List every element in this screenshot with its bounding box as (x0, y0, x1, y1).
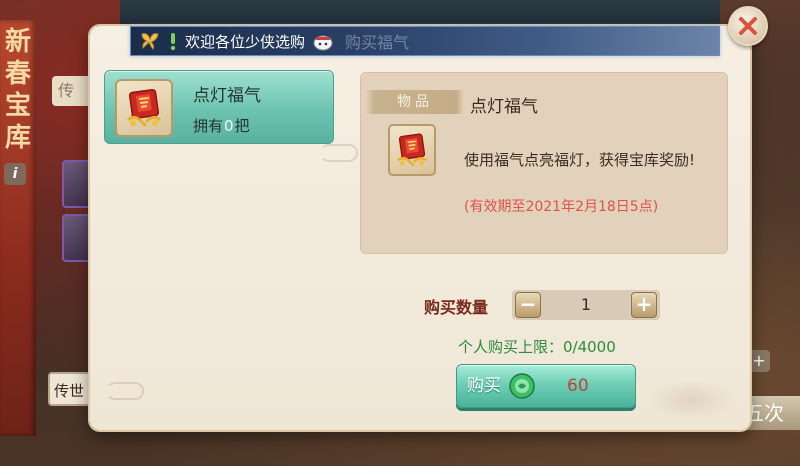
item-description: 使用福气点亮福灯，获得宝库奖励! (464, 151, 696, 169)
item-type-tag: 物品 (366, 90, 464, 114)
marquee-ghost-text: 购买福气 (345, 33, 410, 52)
red-lantern-book-icon (397, 133, 427, 167)
item-owned: 拥有0把 (193, 115, 250, 136)
item-name: 点灯福气 (193, 86, 261, 106)
purchase-limit: 个人购买上限：0/4000 (458, 338, 616, 356)
cloud-decoration (106, 382, 144, 400)
buy-button[interactable]: 购买 60 (456, 364, 636, 408)
quantity-stepper: − 1 + (512, 290, 660, 320)
close-button[interactable] (728, 6, 768, 46)
item-validity: (有效期至2021年2月18日5点) (464, 199, 659, 215)
quantity-minus-button[interactable]: − (515, 292, 541, 318)
list-item-diandeng-fuqi[interactable]: 点灯福气 拥有0把 (104, 70, 334, 144)
top-deco-bar (120, 0, 720, 26)
bg-left-tab[interactable]: 传 (52, 76, 92, 106)
buy-label: 购买 (467, 376, 501, 396)
close-icon (739, 17, 757, 35)
owned-count: 0 (224, 117, 234, 135)
bg-left-button[interactable]: 传世 (48, 372, 92, 406)
red-lantern-book-icon (127, 88, 161, 127)
announcement-marquee: 欢迎各位少侠选购 购买福气 (130, 26, 720, 56)
quantity-input[interactable]: 1 (542, 290, 630, 320)
bg-plus-icon[interactable]: + (748, 350, 770, 372)
item-detail-panel: 物品 点灯福气 使用福气点亮福灯，获得宝库奖励! (有效期至2021年2月18日… (360, 72, 728, 254)
buy-price: 60 (567, 376, 589, 396)
marquee-text: 欢迎各位少侠选购 (185, 32, 306, 51)
info-icon[interactable]: i (4, 163, 26, 185)
owned-suffix: 把 (234, 117, 250, 135)
detail-icon-frame (388, 124, 436, 176)
owned-prefix: 拥有 (193, 117, 224, 135)
detail-item-name: 点灯福气 (470, 97, 538, 117)
quantity-label: 购买数量 (424, 298, 489, 317)
cloud-decoration (320, 144, 358, 162)
item-icon-frame (115, 79, 173, 137)
side-title: 新春宝库 (0, 20, 36, 436)
butterfly-icon (141, 33, 159, 50)
exclaim-icon (170, 33, 176, 51)
mascot-icon (313, 35, 333, 51)
jade-icon (509, 373, 535, 399)
quantity-plus-button[interactable]: + (631, 292, 657, 318)
